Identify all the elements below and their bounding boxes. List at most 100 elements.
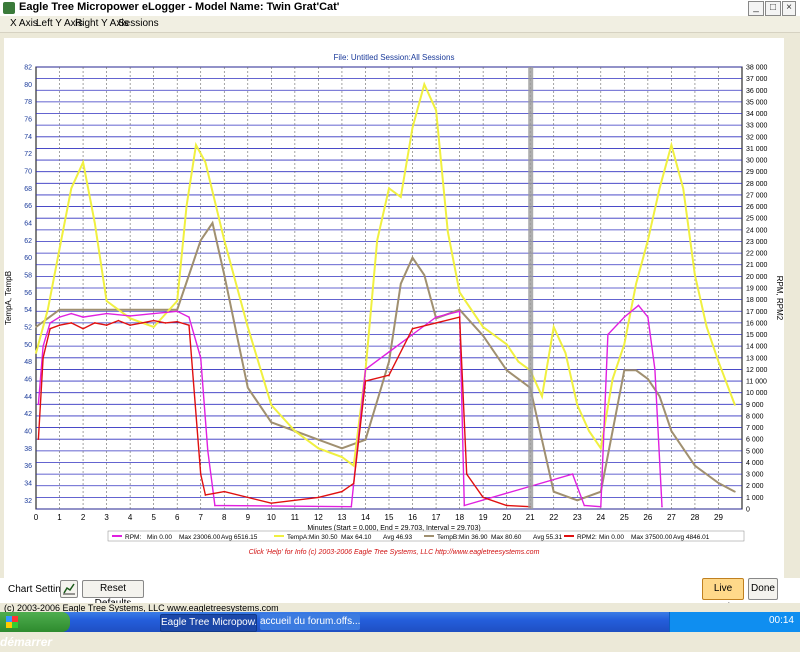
reset-defaults-button[interactable]: Reset Defaults <box>82 580 144 609</box>
data-point-tempa <box>423 83 426 86</box>
data-point-tempa <box>352 464 355 467</box>
data-point-rpm2 <box>458 316 461 318</box>
data-point-tempb <box>423 274 426 276</box>
task-forum[interactable]: accueil du forum.offs... <box>260 614 360 630</box>
data-point-tempa <box>411 126 414 129</box>
left-tick-label: 70 <box>24 169 32 176</box>
data-point-tempa <box>35 352 37 354</box>
right-tick-label: 20 000 <box>746 274 768 281</box>
data-point-tempa <box>82 161 84 164</box>
data-chart[interactable]: File: Untitled Session:All Sessions 0 1 0… <box>4 38 784 578</box>
x-tick-label: 24 <box>596 513 605 522</box>
left-tick-label: 60 <box>24 255 32 262</box>
x-tick-label: 26 <box>643 513 652 522</box>
start-button[interactable]: démarrer <box>0 612 70 649</box>
left-axis-label: TempA, TempB <box>4 271 13 325</box>
data-point-rpm2 <box>341 490 343 493</box>
left-tick-label: 50 <box>24 342 32 349</box>
maximize-button[interactable]: □ <box>765 1 781 16</box>
data-point-tempa <box>694 274 696 276</box>
data-point-rpm2 <box>105 324 108 327</box>
x-tick-label: 4 <box>128 513 133 522</box>
system-tray: 00:14 <box>669 612 800 632</box>
chart-settings-icon[interactable] <box>60 580 78 598</box>
data-point-rpm <box>388 351 390 353</box>
left-tick-label: 76 <box>24 117 32 124</box>
data-point-rpm <box>49 322 51 324</box>
data-point-tempb <box>576 499 579 502</box>
right-tick-label: 34 000 <box>746 111 768 118</box>
data-point-tempa <box>734 404 736 406</box>
file-session-label: File: Untitled Session:All Sessions <box>334 53 455 62</box>
data-point-tempb <box>552 490 555 493</box>
x-tick-label: 8 <box>222 513 227 522</box>
windows-logo-icon <box>6 616 18 628</box>
x-tick-label: 7 <box>199 513 204 522</box>
chart-icon <box>63 583 75 595</box>
data-point-tempa <box>176 300 178 302</box>
data-point-tempb <box>270 421 273 424</box>
menu-x-axis[interactable]: X Axis <box>10 18 38 29</box>
right-tick-label: 38 000 <box>746 65 768 72</box>
x-tick-label: 28 <box>690 513 699 522</box>
left-tick-label: 44 <box>24 394 32 401</box>
x-tick-label: 15 <box>385 513 394 522</box>
right-tick-label: 35 000 <box>746 99 768 106</box>
data-point-tempa <box>588 430 590 432</box>
minimize-button[interactable]: _ <box>748 1 764 16</box>
data-point-rpm <box>152 312 155 315</box>
data-point-rpm2 <box>82 327 84 330</box>
menu-sessions[interactable]: Sessions <box>118 18 159 29</box>
data-point-rpm2 <box>199 473 202 475</box>
data-point-rpm <box>637 304 640 307</box>
legend-rpm-avg: Avg 6516.15 <box>221 534 258 541</box>
data-point-rpm2 <box>37 438 40 441</box>
left-tick-label: 82 <box>24 65 32 72</box>
app-icon <box>3 2 15 14</box>
data-point-tempa <box>611 378 614 380</box>
task-elogger[interactable]: Eagle Tree Micropow... <box>160 614 257 632</box>
legend-rpm-max: Max 23006.00 <box>179 534 221 541</box>
data-point-tempa <box>388 187 390 190</box>
data-point-tempb <box>658 395 661 398</box>
data-point-tempb <box>176 308 178 311</box>
data-point-tempa <box>447 230 449 233</box>
data-point-rpm2 <box>129 324 131 327</box>
data-point-tempb <box>623 369 626 372</box>
right-tick-label: 12 000 <box>746 367 768 374</box>
data-point-tempa <box>46 308 49 311</box>
data-point-rpm <box>214 504 216 507</box>
data-point-tempb <box>505 369 508 372</box>
left-tick-label: 34 <box>24 481 32 488</box>
data-point-rpm <box>364 368 367 371</box>
data-point-rpm <box>607 333 609 336</box>
right-tick-label: 33 000 <box>746 123 768 130</box>
title-bar: Eagle Tree Micropower eLogger - Model Na… <box>0 0 800 17</box>
x-tick-label: 17 <box>432 513 441 522</box>
right-tick-label: 25 000 <box>746 216 768 223</box>
close-button[interactable]: × <box>782 1 796 16</box>
data-point-rpm <box>571 473 574 475</box>
legend-rpm2-min: Min 0.00 <box>599 534 624 541</box>
data-point-tempa <box>658 187 661 190</box>
done-button[interactable]: Done <box>748 578 778 600</box>
live-mode-button[interactable]: Live Mode <box>702 578 744 613</box>
data-point-rpm2 <box>505 504 508 507</box>
footer-note: Click 'Help' for Info (c) 2003-2006 Eagl… <box>249 549 540 556</box>
right-tick-label: 24 000 <box>746 227 768 234</box>
data-point-rpm <box>623 316 626 318</box>
start-label: démarrer <box>0 635 53 649</box>
x-tick-label: 19 <box>479 513 488 522</box>
right-tick-label: 13 000 <box>746 355 768 362</box>
data-point-rpm2 <box>364 380 367 382</box>
data-point-rpm2 <box>435 322 437 324</box>
data-point-tempb <box>35 326 37 328</box>
data-point-tempb <box>717 482 720 484</box>
data-point-tempa <box>223 239 226 242</box>
left-tick-label: 58 <box>24 273 32 280</box>
data-point-tempa <box>195 144 197 146</box>
clock: 00:14 <box>768 615 794 626</box>
data-point-tempb <box>58 308 61 311</box>
data-point-rpm <box>654 368 656 371</box>
legend-tempa-label: TempA: <box>287 534 309 541</box>
